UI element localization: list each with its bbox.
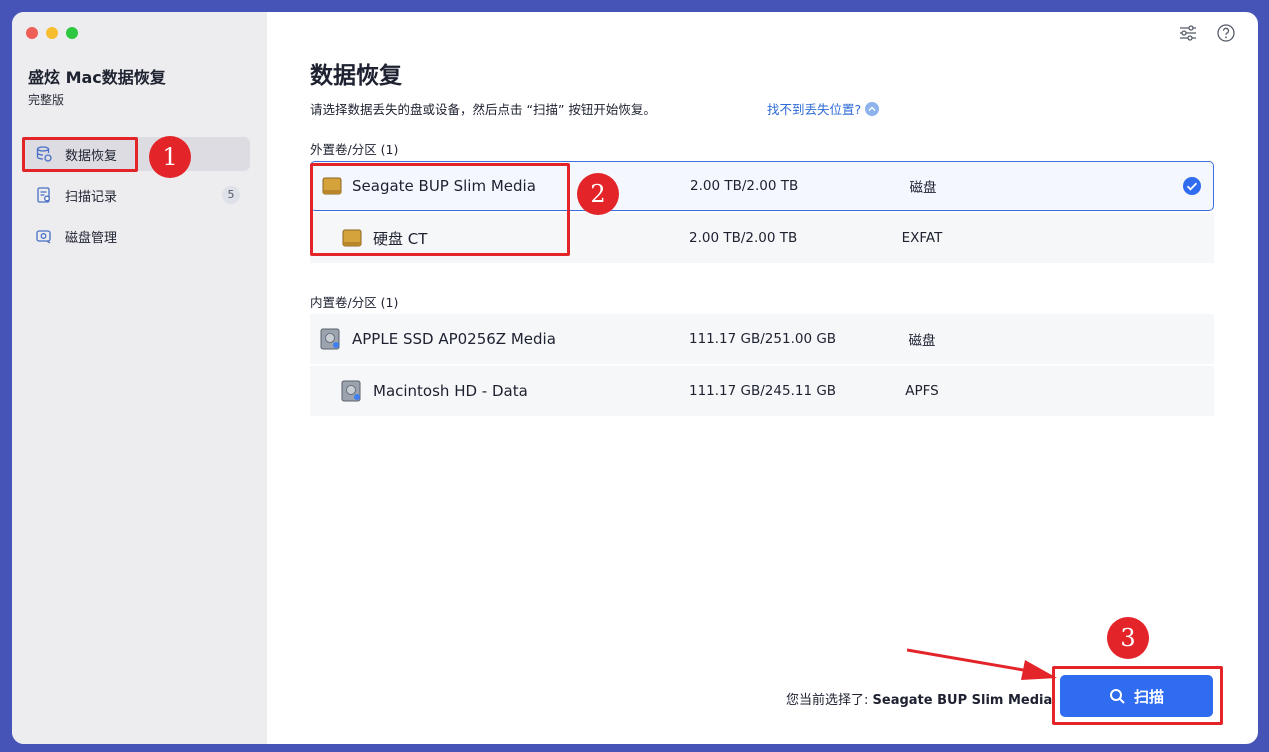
- sidebar-item-label: 扫描记录: [65, 189, 118, 205]
- disk-type: EXFAT: [901, 230, 943, 246]
- scan-record-icon: [37, 187, 50, 203]
- internal-volume-icon: [341, 380, 361, 402]
- disk-type: 磁盘: [909, 180, 937, 196]
- internal-section-label: 内置卷/分区 (1): [310, 295, 399, 310]
- annotation-box-1: [22, 137, 138, 172]
- external-section-label: 外置卷/分区 (1): [310, 142, 399, 157]
- disk-name: APPLE SSD AP0256Z Media: [352, 330, 556, 348]
- cannot-find-location-link[interactable]: 找不到丢失位置?: [767, 99, 880, 118]
- current-selection-label: 您当前选择了:: [786, 693, 869, 708]
- scan-button[interactable]: 扫描: [1060, 675, 1213, 717]
- disk-row-apple-ssd[interactable]: APPLE SSD AP0256Z Media 111.17 GB/251.00…: [310, 314, 1214, 364]
- top-toolbar: [1178, 23, 1236, 43]
- selected-check-icon: [1183, 177, 1201, 195]
- scan-button-label: 扫描: [1133, 687, 1164, 706]
- annotation-arrow: [907, 648, 1057, 680]
- disk-size: 111.17 GB/251.00 GB: [689, 331, 837, 347]
- page-subtitle: 请选择数据丢失的盘或设备，然后点击 “扫描” 按钮开始恢复。: [310, 102, 656, 117]
- annotation-number-2: 2: [577, 173, 619, 215]
- annotation-number-3: 3: [1107, 617, 1149, 659]
- sidebar: 盛炫 Mac数据恢复 完整版 数据恢复 扫描记录 5 磁盘管理 1: [12, 12, 267, 744]
- help-link-label: 找不到丢失位置?: [767, 102, 862, 117]
- disk-size: 111.17 GB/245.11 GB: [689, 383, 837, 399]
- internal-drive-icon: [320, 328, 340, 350]
- settings-sliders-icon[interactable]: [1178, 23, 1198, 43]
- current-selection-value: Seagate BUP Slim Media: [872, 693, 1053, 708]
- window-controls: [26, 27, 78, 39]
- disk-manage-icon: [36, 230, 51, 244]
- app-edition: 完整版: [28, 93, 65, 107]
- disk-size: 2.00 TB/2.00 TB: [690, 178, 799, 194]
- annotation-number-1: 1: [149, 136, 191, 178]
- annotation-box-2: [310, 163, 570, 256]
- search-icon: [1109, 688, 1125, 704]
- disk-row-macintosh-hd[interactable]: Macintosh HD - Data 111.17 GB/245.11 GB …: [310, 366, 1214, 416]
- disk-type: 磁盘: [908, 333, 936, 349]
- page-title: 数据恢复: [310, 63, 402, 89]
- main-panel: 数据恢复 请选择数据丢失的盘或设备，然后点击 “扫描” 按钮开始恢复。 找不到丢…: [267, 12, 1258, 744]
- help-icon[interactable]: [1216, 23, 1236, 43]
- sidebar-item-scan-records[interactable]: 扫描记录 5: [23, 178, 250, 212]
- zoom-window-button[interactable]: [66, 27, 78, 39]
- disk-name: Macintosh HD - Data: [373, 382, 528, 400]
- app-title: 盛炫 Mac数据恢复: [28, 68, 166, 87]
- sidebar-item-disk-management[interactable]: 磁盘管理: [23, 219, 250, 253]
- disk-size: 2.00 TB/2.00 TB: [689, 230, 798, 246]
- disk-type: APFS: [905, 383, 939, 399]
- scan-records-count-badge: 5: [222, 186, 240, 204]
- current-selection: 您当前选择了: Seagate BUP Slim Media: [786, 689, 1052, 708]
- app-window: 盛炫 Mac数据恢复 完整版 数据恢复 扫描记录 5 磁盘管理 1 数据恢复 请…: [12, 12, 1258, 744]
- chevron-up-icon: [865, 101, 880, 116]
- close-window-button[interactable]: [26, 27, 38, 39]
- sidebar-item-label: 磁盘管理: [65, 230, 118, 246]
- minimize-window-button[interactable]: [46, 27, 58, 39]
